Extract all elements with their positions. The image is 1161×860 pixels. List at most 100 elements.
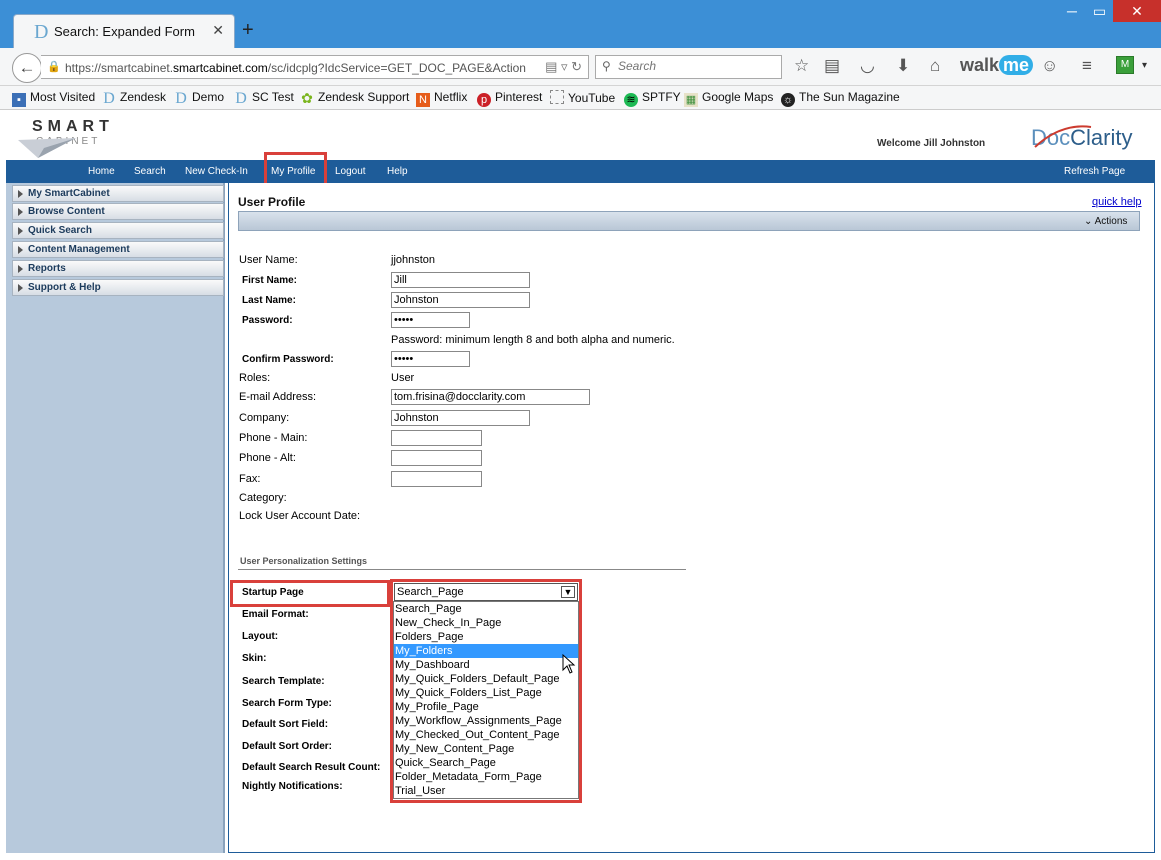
menu-logout[interactable]: Logout bbox=[335, 166, 366, 177]
default-sort-order-label: Default Sort Order: bbox=[242, 741, 333, 752]
minimize-window-icon[interactable]: ─ bbox=[1058, 0, 1086, 22]
password-hint: Password: minimum length 8 and both alph… bbox=[391, 334, 675, 346]
chevron-down-icon: ⌄ bbox=[1084, 216, 1095, 227]
search-template-label: Search Template: bbox=[242, 676, 325, 687]
confirm-password-label: Confirm Password: bbox=[242, 354, 334, 365]
close-tab-icon[interactable]: ✕ bbox=[212, 22, 224, 39]
user-name-value: jjohnston bbox=[391, 254, 436, 266]
company-label: Company: bbox=[239, 412, 290, 424]
sidebar-item-my-smartcabinet[interactable]: My SmartCabinet bbox=[12, 185, 224, 202]
sidebar-item-support-help[interactable]: Support & Help bbox=[12, 279, 224, 296]
bookmark-zendesk-support[interactable]: ✿ Zendesk Support bbox=[300, 90, 409, 105]
menu-hamburger-icon[interactable]: ≡ bbox=[1082, 56, 1092, 76]
url-text: https://smartcabinet.smartcabinet.com/sc… bbox=[65, 61, 526, 75]
first-name-label: First Name: bbox=[242, 275, 298, 286]
sidebar-item-reports[interactable]: Reports bbox=[12, 260, 224, 277]
actions-menu[interactable]: ⌄ Actions bbox=[1084, 216, 1127, 227]
email-label: E-mail Address: bbox=[239, 391, 317, 403]
bookmark-most-visited[interactable]: ▪ Most Visited bbox=[12, 90, 95, 107]
default-sort-field-label: Default Sort Field: bbox=[242, 719, 329, 730]
bookmark-sc-test[interactable]: D SC Test bbox=[234, 90, 294, 107]
youtube-icon bbox=[550, 90, 564, 104]
phone-main-label: Phone - Main: bbox=[239, 432, 308, 444]
download-icon[interactable]: ⬇ bbox=[896, 56, 910, 76]
phone-alt-label: Phone - Alt: bbox=[239, 452, 296, 464]
page-title: User Profile bbox=[238, 195, 306, 209]
last-name-label: Last Name: bbox=[242, 295, 296, 306]
maximize-window-icon[interactable]: ▭ bbox=[1086, 0, 1113, 22]
bookmark-pinterest[interactable]: p Pinterest bbox=[477, 90, 542, 107]
new-tab-icon[interactable]: + bbox=[242, 19, 254, 42]
browser-search-input[interactable] bbox=[618, 59, 768, 73]
docclarity-d-icon: D bbox=[235, 90, 247, 107]
reader-reload-icons[interactable]: ▤ ▿ ↻ bbox=[545, 59, 582, 75]
home-icon[interactable]: ⌂ bbox=[930, 56, 940, 76]
personalization-section-title: User Personalization Settings bbox=[240, 556, 368, 566]
docclarity-d-icon: D bbox=[103, 90, 115, 107]
layout-label: Layout: bbox=[242, 631, 279, 642]
quick-help-link[interactable]: quick help bbox=[1092, 196, 1142, 208]
password-field[interactable] bbox=[391, 312, 470, 328]
lock-icon: 🔒 bbox=[47, 61, 61, 73]
menu-new-check-in[interactable]: New Check-In bbox=[185, 166, 248, 177]
first-name-field[interactable] bbox=[391, 272, 530, 288]
bookmark-folder-icon: ▪ bbox=[12, 93, 26, 107]
sun-icon: ☼ bbox=[781, 93, 795, 107]
company-field[interactable] bbox=[391, 410, 530, 426]
tab-title: Search: Expanded Form bbox=[54, 24, 195, 39]
bookmark-google-maps[interactable]: ▦ Google Maps bbox=[684, 90, 773, 107]
user-name-label: User Name: bbox=[239, 254, 298, 266]
bookmark-sptfy[interactable]: ≋ SPTFY bbox=[624, 90, 681, 107]
browser-tab[interactable]: D Search: Expanded Form ✕ bbox=[13, 14, 235, 48]
bookmark-the-sun-magazine[interactable]: ☼ The Sun Magazine bbox=[781, 90, 900, 107]
main-content bbox=[228, 183, 1155, 853]
search-icon: ⚲ bbox=[602, 59, 611, 73]
docclarity-swoosh-icon bbox=[1034, 125, 1092, 148]
last-name-field[interactable] bbox=[391, 292, 530, 308]
sidebar-item-browse-content[interactable]: Browse Content bbox=[12, 203, 224, 220]
menu-search[interactable]: Search bbox=[134, 166, 166, 177]
actions-bar bbox=[238, 211, 1140, 231]
main-menu-bar bbox=[6, 160, 1155, 183]
pinterest-icon: p bbox=[477, 93, 491, 107]
email-format-label: Email Format: bbox=[242, 609, 309, 620]
close-window-icon[interactable]: ✕ bbox=[1113, 0, 1161, 22]
bookmark-netflix[interactable]: N Netflix bbox=[416, 90, 467, 107]
maps-icon: ▦ bbox=[684, 93, 698, 107]
category-label: Category: bbox=[239, 492, 287, 504]
reading-list-icon[interactable]: ▤ bbox=[824, 56, 840, 76]
bookmark-star-icon[interactable]: ☆ bbox=[794, 56, 809, 76]
bookmark-demo[interactable]: D Demo bbox=[174, 90, 224, 107]
netflix-icon: N bbox=[416, 93, 430, 107]
skin-label: Skin: bbox=[242, 653, 267, 664]
nightly-notifications-label: Nightly Notifications: bbox=[242, 781, 343, 792]
bookmark-youtube[interactable]: YouTube bbox=[550, 90, 615, 105]
sidebar-item-quick-search[interactable]: Quick Search bbox=[12, 222, 224, 239]
mouse-pointer-icon bbox=[562, 654, 576, 674]
smartcabinet-logo: SMART CABINET bbox=[18, 118, 114, 158]
smiley-icon[interactable]: ☺ bbox=[1041, 56, 1058, 76]
browser-search-box[interactable]: ⚲ bbox=[595, 55, 782, 79]
startup-label-highlight-box bbox=[230, 580, 390, 607]
pocket-icon[interactable]: ◡ bbox=[860, 56, 875, 76]
menu-refresh-page[interactable]: Refresh Page bbox=[1064, 166, 1125, 177]
walkme-icon[interactable]: walk me bbox=[960, 55, 1034, 76]
email-field[interactable] bbox=[391, 389, 590, 405]
password-label: Password: bbox=[242, 315, 293, 326]
addon-dropdown-icon[interactable]: ▾ bbox=[1142, 60, 1147, 71]
fax-label: Fax: bbox=[239, 473, 261, 485]
roles-value: User bbox=[391, 372, 415, 384]
phone-main-field[interactable] bbox=[391, 430, 482, 446]
phone-alt-field[interactable] bbox=[391, 450, 482, 466]
confirm-password-field[interactable] bbox=[391, 351, 470, 367]
docclarity-d-icon: D bbox=[175, 90, 187, 107]
sidebar-item-content-management[interactable]: Content Management bbox=[12, 241, 224, 258]
fax-field[interactable] bbox=[391, 471, 482, 487]
zendesk-icon: ✿ bbox=[301, 90, 313, 106]
menu-home[interactable]: Home bbox=[88, 166, 115, 177]
back-arrow-icon[interactable]: ← bbox=[12, 53, 42, 83]
addon-shield-icon[interactable]: M bbox=[1116, 56, 1134, 74]
menu-help[interactable]: Help bbox=[387, 166, 408, 177]
bookmark-zendesk[interactable]: D Zendesk bbox=[102, 90, 166, 107]
url-bar[interactable]: 🔒 https://smartcabinet.smartcabinet.com/… bbox=[41, 55, 589, 79]
